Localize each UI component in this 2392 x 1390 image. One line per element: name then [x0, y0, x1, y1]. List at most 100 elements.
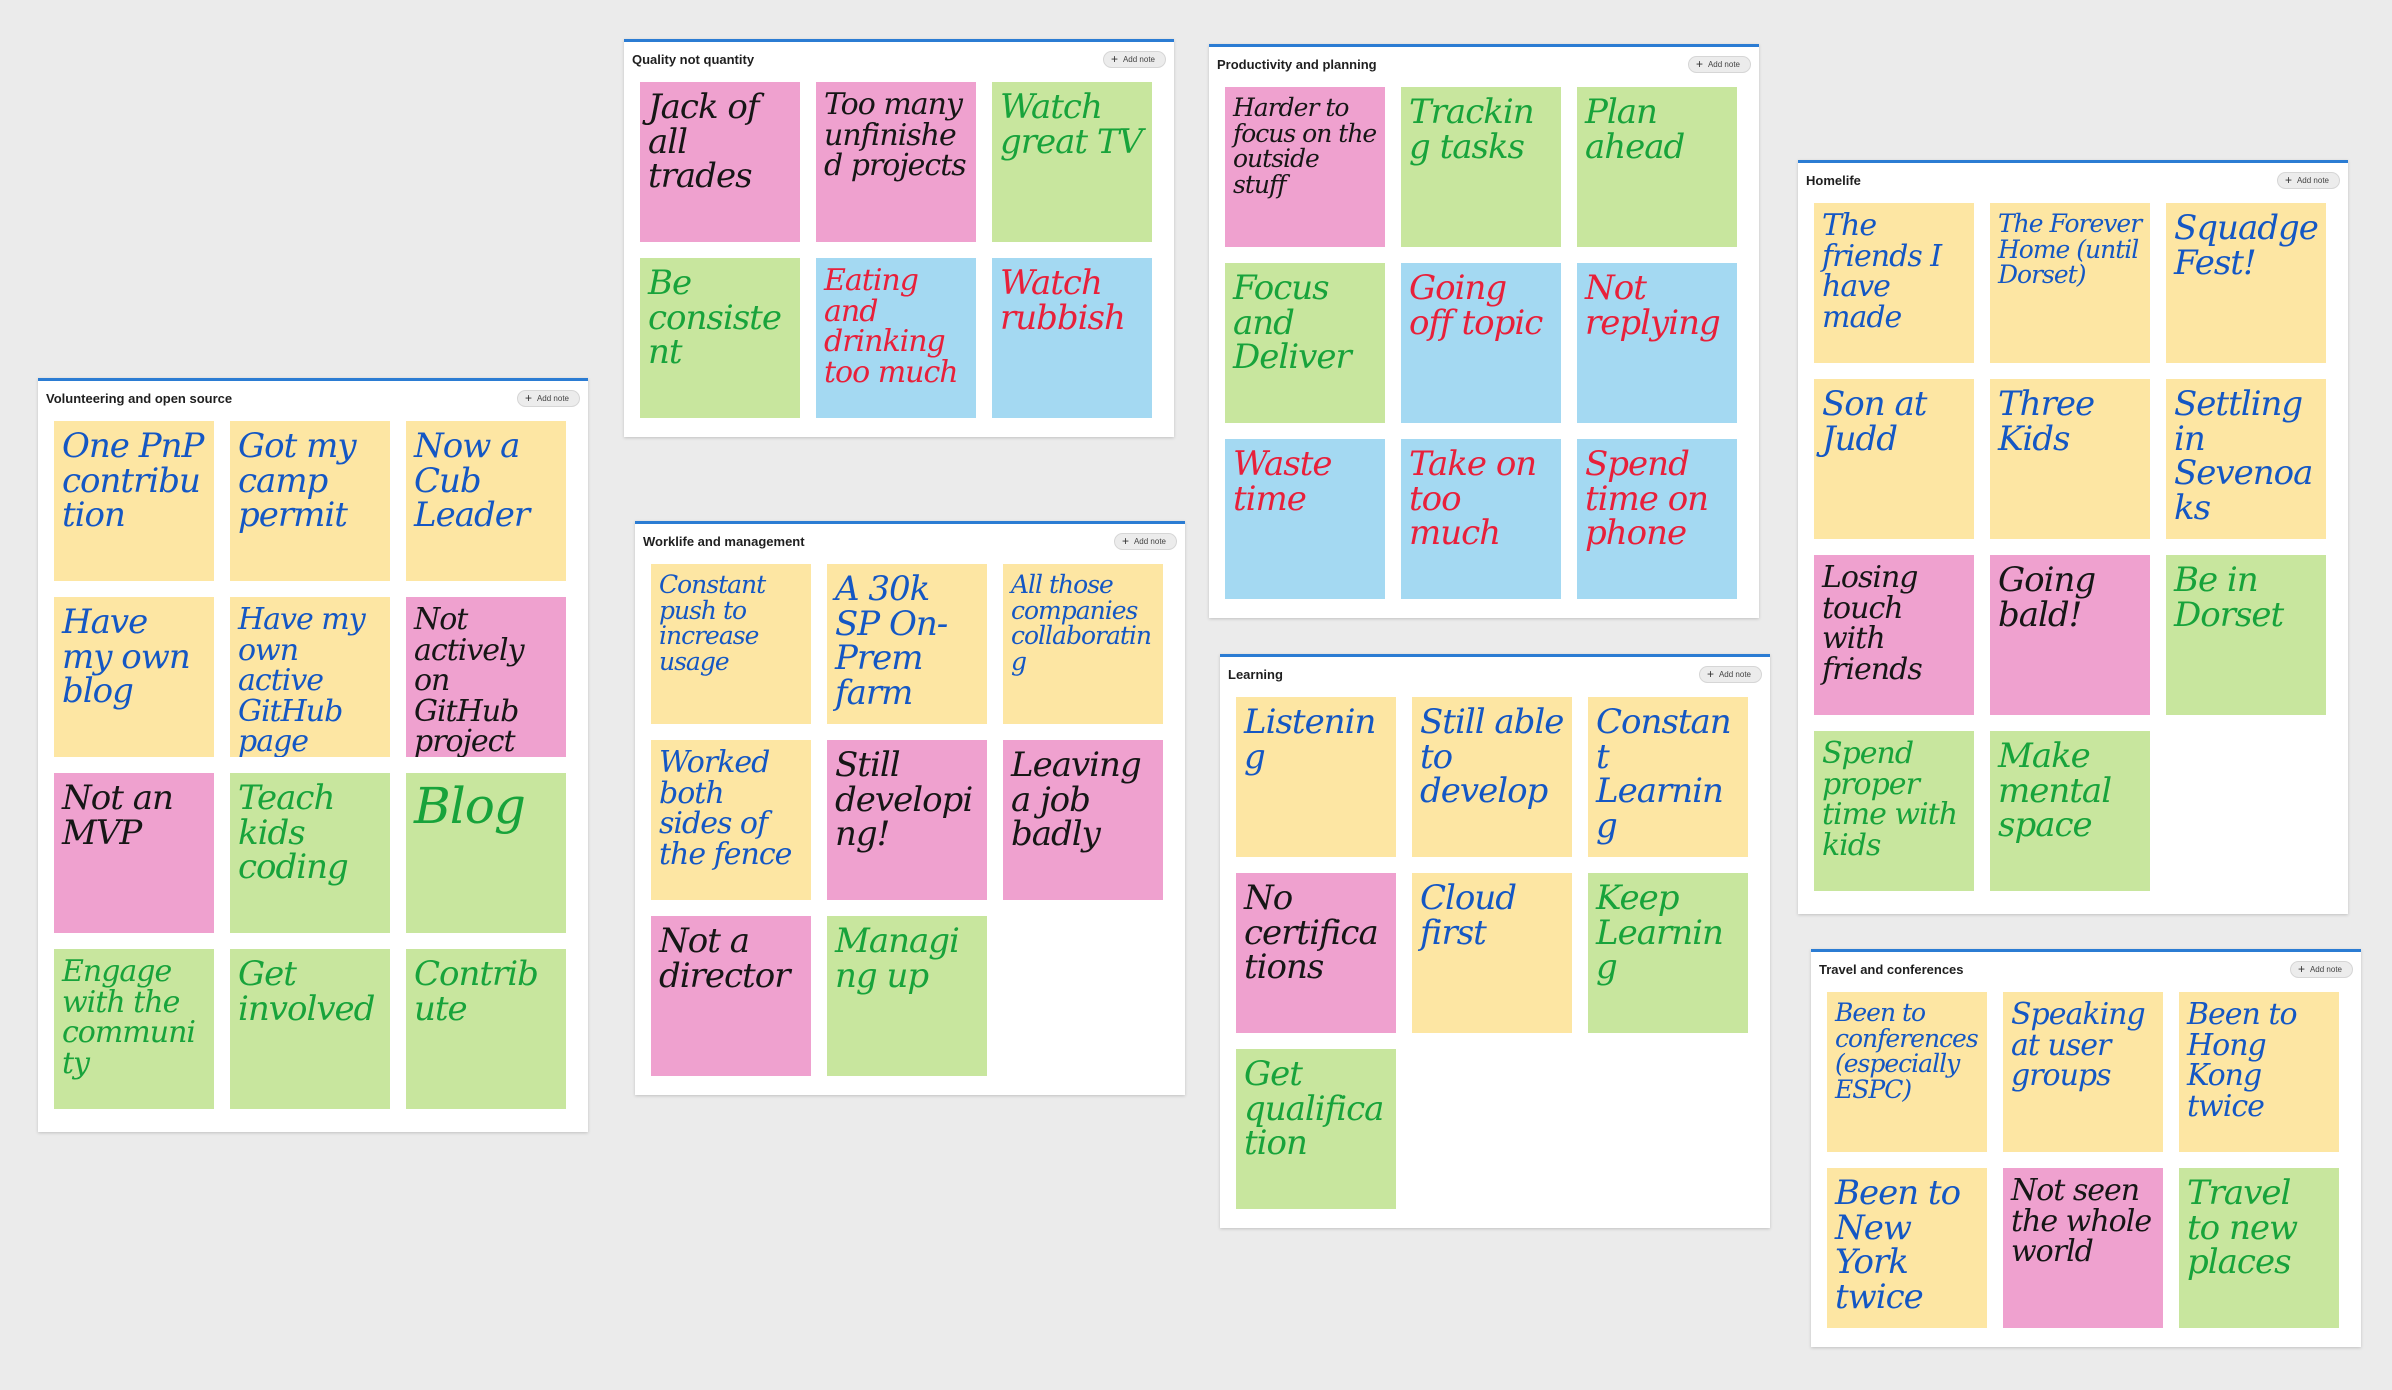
board-title: Travel and conferences: [1819, 961, 1964, 977]
board-productivity: Productivity and planning + Add note Hard…: [1209, 44, 1759, 618]
sticky-note[interactable]: Eating and drinking too much: [816, 258, 976, 418]
sticky-note[interactable]: Get qualification: [1236, 1049, 1396, 1209]
board-header: Travel and conferences + Add note: [1819, 958, 2353, 980]
sticky-note[interactable]: Plan ahead: [1577, 87, 1737, 247]
add-note-label: Add note: [1122, 54, 1155, 64]
sticky-note[interactable]: Spend proper time with kids: [1814, 731, 1974, 891]
add-note-button[interactable]: + Add note: [516, 389, 580, 407]
add-note-label: Add note: [1133, 536, 1166, 546]
sticky-note[interactable]: The Forever Home (until Dorset): [1990, 203, 2150, 363]
sticky-note[interactable]: One PnP contribution: [54, 421, 214, 581]
add-note-label: Add note: [536, 393, 569, 403]
sticky-note[interactable]: Be in Dorset: [2166, 555, 2326, 715]
sticky-note[interactable]: Tracking tasks: [1401, 87, 1561, 247]
sticky-note[interactable]: Watch rubbish: [992, 258, 1152, 418]
sticky-note[interactable]: Constant Learning: [1588, 697, 1748, 857]
sticky-note[interactable]: Waste time: [1225, 439, 1385, 599]
sticky-note[interactable]: Take on too much: [1401, 439, 1561, 599]
add-note-button[interactable]: + Add note: [2276, 171, 2340, 189]
board-travel: Travel and conferences + Add note Been to…: [1811, 949, 2361, 1347]
notes-grid: Jack of all trades Too many unfinished pr…: [640, 82, 1152, 418]
sticky-note[interactable]: Not actively on GitHub project: [406, 597, 566, 757]
board-quality: Quality not quantity + Add note Jack of a…: [624, 39, 1174, 437]
sticky-note[interactable]: Losing touch with friends: [1814, 555, 1974, 715]
board-title: Volunteering and open source: [46, 390, 233, 406]
board-title: Productivity and planning: [1217, 56, 1377, 72]
board-header: Learning + Add note: [1228, 663, 1762, 685]
add-note-button[interactable]: + Add note: [2289, 960, 2353, 978]
sticky-note[interactable]: Now a Cub Leader: [406, 421, 566, 581]
sticky-note[interactable]: Still able to develop: [1412, 697, 1572, 857]
board-title: Worklife and management: [643, 533, 805, 549]
sticky-note[interactable]: Watch great TV: [992, 82, 1152, 242]
add-note-button[interactable]: + Add note: [1113, 532, 1177, 550]
add-note-button[interactable]: + Add note: [1687, 55, 1751, 73]
board-volunteering: Volunteering and open source + Add note O…: [38, 378, 588, 1132]
plus-icon: +: [524, 391, 532, 405]
sticky-note[interactable]: Blog: [406, 773, 566, 933]
sticky-note[interactable]: Been to New York twice: [1827, 1168, 1987, 1328]
sticky-note[interactable]: Three Kids: [1990, 379, 2150, 539]
sticky-note[interactable]: Harder to focus on the outside stuff: [1225, 87, 1385, 247]
sticky-note[interactable]: All those companies collaborating: [1003, 564, 1163, 724]
sticky-note[interactable]: Jack of all trades: [640, 82, 800, 242]
add-note-label: Add note: [2296, 175, 2329, 185]
sticky-note[interactable]: No certifications: [1236, 873, 1396, 1033]
sticky-note[interactable]: The friends I have made: [1814, 203, 1974, 363]
add-note-label: Add note: [2309, 964, 2342, 974]
sticky-note[interactable]: Keep Learning: [1588, 873, 1748, 1033]
sticky-note[interactable]: Been to Hong Kong twice: [2179, 992, 2339, 1152]
sticky-note[interactable]: Get involved: [230, 949, 390, 1109]
sticky-note[interactable]: Not seen the whole world: [2003, 1168, 2163, 1328]
sticky-note[interactable]: Teach kids coding: [230, 773, 390, 933]
sticky-note[interactable]: SquadgeFest!: [2166, 203, 2326, 363]
sticky-note[interactable]: Spend time on phone: [1577, 439, 1737, 599]
add-note-button[interactable]: + Add note: [1698, 665, 1762, 683]
board-worklife: Worklife and management + Add note Consta…: [635, 521, 1185, 1095]
sticky-note[interactable]: Speaking at user groups: [2003, 992, 2163, 1152]
plus-icon: +: [2284, 173, 2292, 187]
sticky-note[interactable]: Not replying: [1577, 263, 1737, 423]
sticky-note[interactable]: Got my camp permit: [230, 421, 390, 581]
plus-icon: +: [1110, 52, 1118, 66]
notes-grid: Listening Still able to develop Constant L…: [1236, 697, 1748, 1209]
sticky-note[interactable]: Managing up: [827, 916, 987, 1076]
sticky-note[interactable]: Be consistent: [640, 258, 800, 418]
sticky-note[interactable]: Have my own blog: [54, 597, 214, 757]
sticky-note[interactable]: Focus and Deliver: [1225, 263, 1385, 423]
board-learning: Learning + Add note Listening Still able t…: [1220, 654, 1770, 1228]
notes-grid: Constant push to increase usage A 30k SP …: [651, 564, 1163, 1076]
board-header: Volunteering and open source + Add note: [46, 387, 580, 409]
board-header: Worklife and management + Add note: [643, 530, 1177, 552]
board-title: Homelife: [1806, 172, 1861, 188]
sticky-note[interactable]: Too many unfinished projects: [816, 82, 976, 242]
add-note-label: Add note: [1718, 669, 1751, 679]
sticky-note[interactable]: Not a director: [651, 916, 811, 1076]
sticky-note[interactable]: Constant push to increase usage: [651, 564, 811, 724]
sticky-note[interactable]: Leaving a job badly: [1003, 740, 1163, 900]
plus-icon: +: [2297, 962, 2305, 976]
sticky-note[interactable]: Going bald!: [1990, 555, 2150, 715]
sticky-note[interactable]: Make mental space: [1990, 731, 2150, 891]
sticky-note[interactable]: Contribute: [406, 949, 566, 1109]
sticky-note[interactable]: Engage with the community: [54, 949, 214, 1109]
sticky-note[interactable]: Not an MVP: [54, 773, 214, 933]
notes-grid: One PnP contribution Got my camp permit No…: [54, 421, 566, 1109]
add-note-button[interactable]: + Add note: [1102, 50, 1166, 68]
sticky-note[interactable]: Listening: [1236, 697, 1396, 857]
add-note-label: Add note: [1707, 59, 1740, 69]
sticky-note[interactable]: A 30k SP On-Prem farm: [827, 564, 987, 724]
sticky-note[interactable]: Settling in Sevenoaks: [2166, 379, 2326, 539]
sticky-note[interactable]: Have my own active GitHub page: [230, 597, 390, 757]
sticky-note[interactable]: Still developing!: [827, 740, 987, 900]
sticky-note[interactable]: Going off topic: [1401, 263, 1561, 423]
sticky-note[interactable]: Travel to new places: [2179, 1168, 2339, 1328]
notes-grid: Been to conferences (especially ESPC) Spe…: [1827, 992, 2339, 1328]
sticky-note[interactable]: Son at Judd: [1814, 379, 1974, 539]
board-header: Homelife + Add note: [1806, 169, 2340, 191]
sticky-note[interactable]: Cloud first: [1412, 873, 1572, 1033]
sticky-note[interactable]: Been to conferences (especially ESPC): [1827, 992, 1987, 1152]
sticky-note[interactable]: Worked both sides of the fence: [651, 740, 811, 900]
notes-grid: The friends I have made The Forever Home …: [1814, 203, 2326, 891]
plus-icon: +: [1121, 534, 1129, 548]
